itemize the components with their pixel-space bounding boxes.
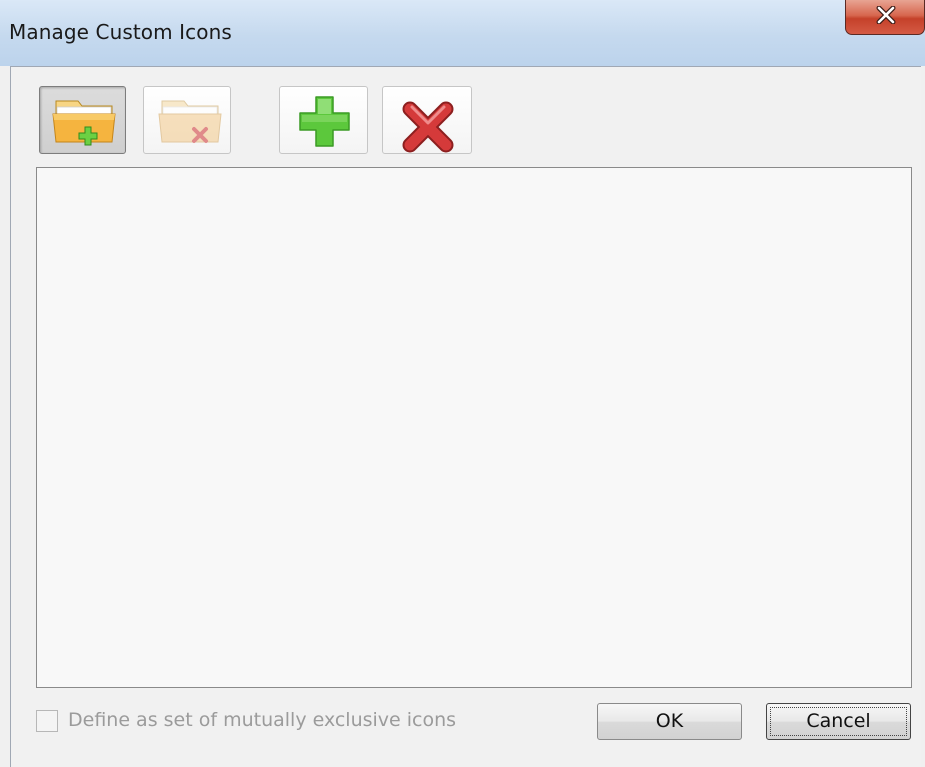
ok-button[interactable]: OK (597, 703, 742, 740)
cancel-button[interactable]: Cancel (766, 703, 911, 740)
title-bar: Manage Custom Icons (0, 0, 925, 66)
mutually-exclusive-label: Define as set of mutually exclusive icon… (68, 709, 457, 731)
close-icon (876, 6, 896, 24)
remove-folder-button[interactable] (143, 86, 231, 154)
close-button[interactable] (845, 0, 925, 35)
mutually-exclusive-checkbox[interactable] (36, 710, 58, 732)
custom-icons-list[interactable] (36, 167, 912, 688)
folder-remove-icon (158, 100, 222, 143)
delete-icon (402, 101, 454, 153)
delete-icon-button[interactable] (382, 86, 472, 154)
window-title: Manage Custom Icons (9, 20, 232, 44)
add-icon-button[interactable] (279, 86, 368, 154)
add-folder-button[interactable] (39, 86, 126, 154)
add-icon (299, 96, 350, 147)
folder-add-icon (52, 100, 116, 146)
